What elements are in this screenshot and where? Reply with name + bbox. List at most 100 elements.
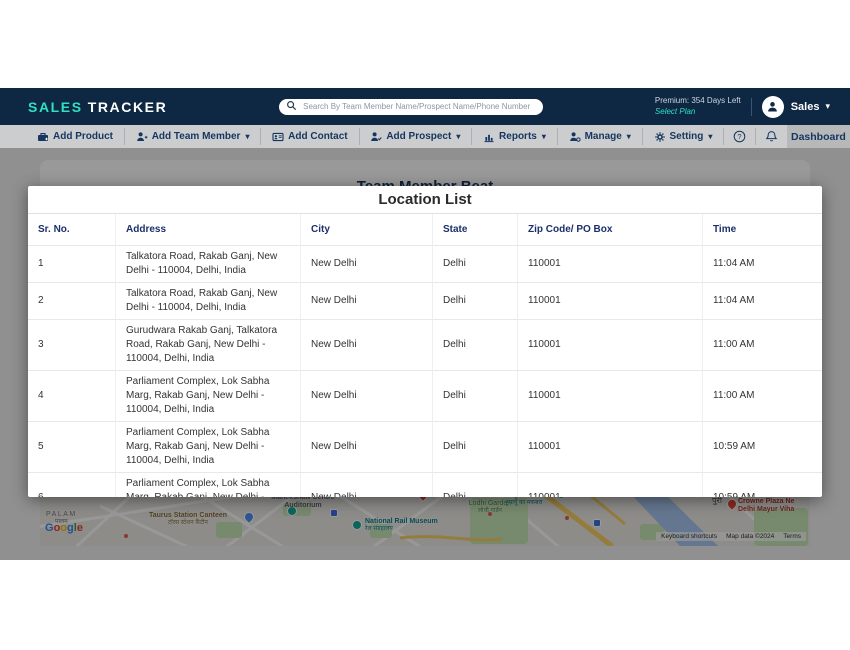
location-list-modal: Location List Sr. No. Address City State… xyxy=(28,186,822,497)
person-gear-icon xyxy=(569,131,581,143)
add-product-label: Add Product xyxy=(53,131,113,142)
bar-chart-icon xyxy=(483,131,495,143)
premium-days-left: Premium: 354 Days Left xyxy=(655,96,741,106)
cell-address: Parliament Complex, Lok Sabha Marg, Raka… xyxy=(115,422,300,473)
cell-zip: 110001 xyxy=(517,473,702,497)
cell-time: 11:04 AM xyxy=(702,283,822,320)
cell-sr: 1 xyxy=(28,246,115,283)
cell-address: Parliament Complex, Lok Sabha Marg, Raka… xyxy=(115,371,300,422)
user-avatar[interactable] xyxy=(762,96,784,118)
cell-zip: 110001 xyxy=(517,246,702,283)
cell-state: Delhi xyxy=(432,283,517,320)
cell-city: New Delhi xyxy=(300,283,432,320)
cell-address: Parliament Complex, Lok Sabha Marg, Raka… xyxy=(115,473,300,497)
cell-sr: 2 xyxy=(28,283,115,320)
cell-address: Talkatora Road, Rakab Ganj, New Delhi - … xyxy=(115,283,300,320)
reports-label: Reports xyxy=(499,131,537,142)
user-name: Sales xyxy=(791,101,820,113)
person-check-icon xyxy=(370,131,382,143)
search-zone xyxy=(167,99,655,115)
cell-city: New Delhi xyxy=(300,422,432,473)
search-icon xyxy=(286,98,297,116)
table-row: 4 Parliament Complex, Lok Sabha Marg, Ra… xyxy=(28,371,822,422)
cell-zip: 110001 xyxy=(517,422,702,473)
add-contact-label: Add Contact xyxy=(288,131,347,142)
cell-time: 10:59 AM xyxy=(702,473,822,497)
cell-state: Delhi xyxy=(432,246,517,283)
cell-state: Delhi xyxy=(432,320,517,371)
cell-sr: 4 xyxy=(28,371,115,422)
add-team-member-label: Add Team Member xyxy=(152,131,241,142)
app-window: SALES TRACKER Premium: 354 Days Left Sele… xyxy=(0,88,850,560)
question-circle-icon: ? xyxy=(733,130,746,143)
table-row: 5 Parliament Complex, Lok Sabha Marg, Ra… xyxy=(28,422,822,473)
setting-button[interactable]: Setting ▾ xyxy=(643,125,724,148)
chevron-down-icon: ▾ xyxy=(825,101,830,112)
cell-city: New Delhi xyxy=(300,246,432,283)
table-row: 1 Talkatora Road, Rakab Ganj, New Delhi … xyxy=(28,246,822,283)
modal-title: Location List xyxy=(28,186,822,214)
cell-sr: 6 xyxy=(28,473,115,497)
cell-city: New Delhi xyxy=(300,371,432,422)
user-menu[interactable]: Sales ▾ xyxy=(791,101,830,113)
bell-icon xyxy=(765,130,778,143)
add-team-member-button[interactable]: Add Team Member ▾ xyxy=(125,125,261,148)
global-search[interactable] xyxy=(279,99,543,115)
premium-info: Premium: 354 Days Left Select Plan xyxy=(655,96,741,117)
person-plus-icon xyxy=(136,131,148,143)
screenshot-root: SALES TRACKER Premium: 354 Days Left Sele… xyxy=(0,0,850,650)
cell-state: Delhi xyxy=(432,371,517,422)
avatar-person-icon xyxy=(766,100,779,113)
caret-down-icon: ▾ xyxy=(708,132,712,141)
cell-time: 10:59 AM xyxy=(702,422,822,473)
cell-address: Gurudwara Rakab Ganj, Talkatora Road, Ra… xyxy=(115,320,300,371)
cell-state: Delhi xyxy=(432,422,517,473)
cell-time: 11:04 AM xyxy=(702,246,822,283)
cell-zip: 110001 xyxy=(517,283,702,320)
contact-card-icon xyxy=(272,131,284,143)
briefcase-plus-icon xyxy=(37,131,49,143)
notifications-button[interactable] xyxy=(756,125,787,148)
cell-sr: 3 xyxy=(28,320,115,371)
caret-down-icon: ▾ xyxy=(456,132,460,141)
cell-time: 11:00 AM xyxy=(702,371,822,422)
caret-down-icon: ▾ xyxy=(245,132,249,141)
header-divider xyxy=(751,98,752,116)
cell-city: New Delhi xyxy=(300,473,432,497)
caret-down-icon: ▾ xyxy=(542,132,546,141)
reports-button[interactable]: Reports ▾ xyxy=(472,125,557,148)
logo-tracker: TRACKER xyxy=(88,99,168,115)
cell-zip: 110001 xyxy=(517,320,702,371)
table-row: 6 Parliament Complex, Lok Sabha Marg, Ra… xyxy=(28,473,822,497)
cell-zip: 110001 xyxy=(517,371,702,422)
svg-text:?: ? xyxy=(738,132,742,141)
col-address: Address xyxy=(115,214,300,246)
tab-dashboard[interactable]: Dashboard xyxy=(787,125,850,148)
select-plan-link[interactable]: Select Plan xyxy=(655,107,741,117)
table-body: 1 Talkatora Road, Rakab Ganj, New Delhi … xyxy=(28,246,822,497)
cell-sr: 5 xyxy=(28,422,115,473)
add-prospect-label: Add Prospect xyxy=(386,131,451,142)
caret-down-icon: ▾ xyxy=(627,132,631,141)
main-toolbar: Add Product Add Team Member ▾ xyxy=(0,125,850,148)
content-area: Team Member Beat xyxy=(0,148,850,560)
add-prospect-button[interactable]: Add Prospect ▾ xyxy=(359,125,471,148)
add-product-button[interactable]: Add Product xyxy=(26,125,124,148)
search-input[interactable] xyxy=(301,101,536,112)
logo-sales: SALES xyxy=(28,99,83,115)
add-contact-button[interactable]: Add Contact xyxy=(261,125,358,148)
app-logo: SALES TRACKER xyxy=(28,99,167,115)
cell-time: 11:00 AM xyxy=(702,320,822,371)
cell-state: Delhi xyxy=(432,473,517,497)
manage-label: Manage xyxy=(585,131,622,142)
setting-label: Setting xyxy=(670,131,704,142)
cell-address: Talkatora Road, Rakab Ganj, New Delhi - … xyxy=(115,246,300,283)
col-state: State xyxy=(432,214,517,246)
cell-city: New Delhi xyxy=(300,320,432,371)
col-time: Time xyxy=(702,214,822,246)
top-header: SALES TRACKER Premium: 354 Days Left Sele… xyxy=(0,88,850,125)
manage-button[interactable]: Manage ▾ xyxy=(558,125,642,148)
col-zip: Zip Code/ PO Box xyxy=(517,214,702,246)
help-button[interactable]: ? xyxy=(724,125,755,148)
col-sr-no: Sr. No. xyxy=(28,214,115,246)
